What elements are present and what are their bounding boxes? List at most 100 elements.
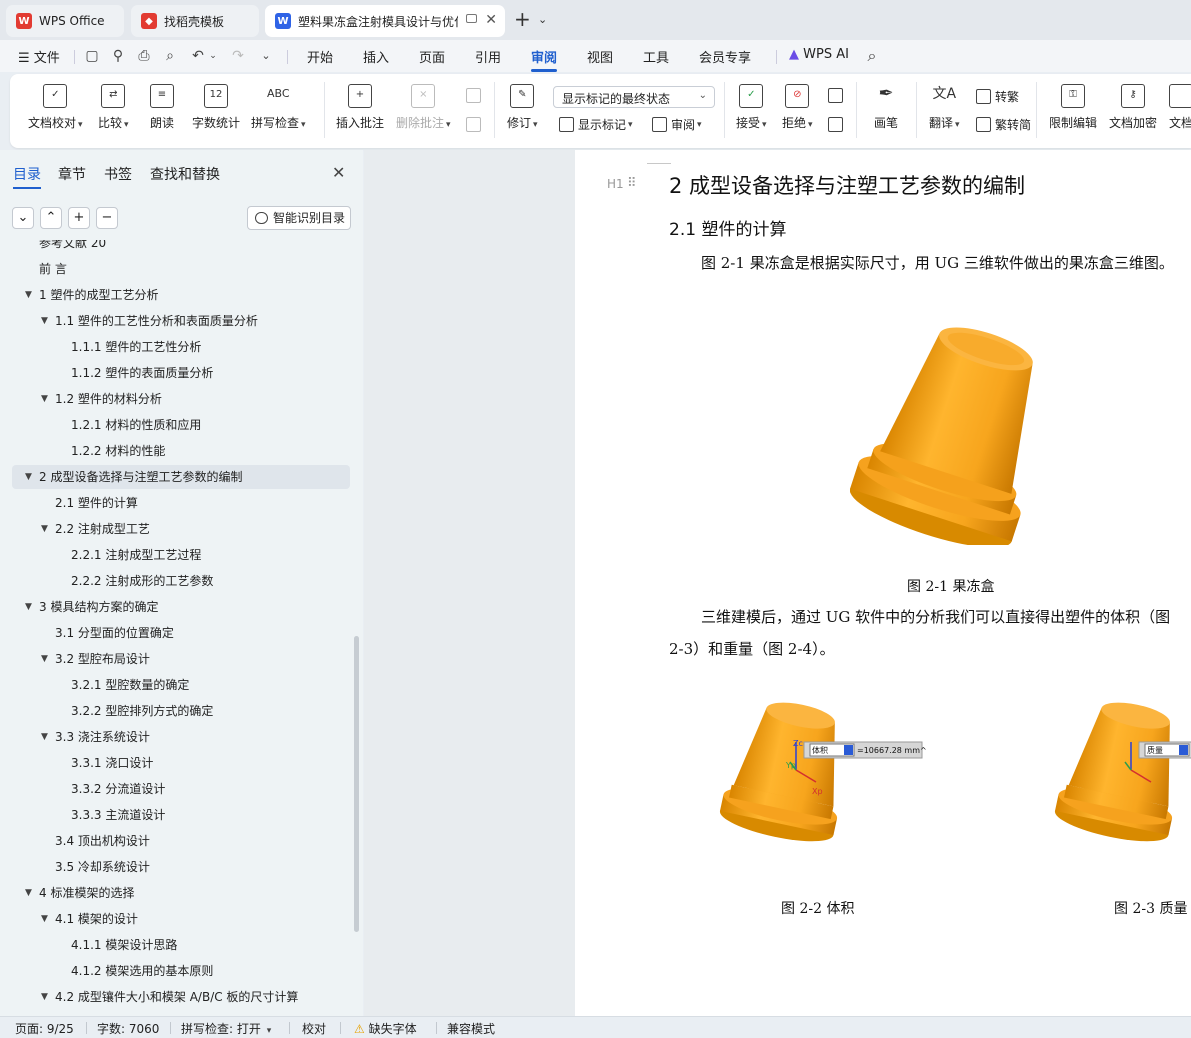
expand-arrow-icon[interactable]: ▼: [25, 283, 32, 307]
expand-arrow-icon[interactable]: ▼: [41, 907, 48, 931]
toc-item[interactable]: 4.1.2 模架选用的基本原则: [12, 959, 350, 983]
chevron-down-icon[interactable]: ⌄: [538, 13, 547, 26]
expand-arrow-icon[interactable]: ▼: [41, 517, 48, 541]
toc-item[interactable]: 1.2.2 材料的性能: [12, 439, 350, 463]
expand-arrow-icon[interactable]: ▼: [41, 985, 48, 1009]
toc-item[interactable]: 1.2.1 材料的性质和应用: [12, 413, 350, 437]
track-changes-button[interactable]: ✎ 修订 ▾: [507, 84, 538, 131]
toc-item[interactable]: ▼ 1.1 塑件的工艺性分析和表面质量分析: [12, 309, 350, 333]
toc-item[interactable]: ▼ 3 模具结构方案的确定: [12, 595, 350, 619]
save-icon[interactable]: ▢: [84, 48, 100, 64]
accept-button[interactable]: ✓ 接受 ▾: [736, 84, 767, 131]
expand-arrow-icon[interactable]: ▼: [25, 595, 32, 619]
expand-arrow-icon[interactable]: ▼: [25, 465, 32, 489]
toc-item[interactable]: 3.2.2 型腔排列方式的确定: [12, 699, 350, 723]
tab-docer[interactable]: ◆ 找稻壳模板: [131, 5, 259, 37]
review-pane-button[interactable]: 审阅 ▾: [652, 116, 702, 133]
insert-comment-button[interactable]: + 插入批注: [336, 84, 384, 131]
toc-item[interactable]: 参考文献 20: [12, 240, 350, 255]
menu-tools[interactable]: 工具: [643, 47, 669, 66]
toc-item[interactable]: ▼ 1 塑件的成型工艺分析: [12, 283, 350, 307]
toc-item[interactable]: 1.1.1 塑件的工艺性分析: [12, 335, 350, 359]
close-icon[interactable]: ✕: [332, 163, 345, 182]
toc-item[interactable]: 3.1 分型面的位置确定: [12, 621, 350, 645]
toc-item[interactable]: ▼ 3.2 型腔布局设计: [12, 647, 350, 671]
remove-heading-button[interactable]: −: [96, 207, 118, 229]
toc-item[interactable]: 3.3.3 主流道设计: [12, 803, 350, 827]
toc-item[interactable]: 1.1.2 塑件的表面质量分析: [12, 361, 350, 385]
toc-item[interactable]: ▼ 3.3 浇注系统设计: [12, 725, 350, 749]
pen-button[interactable]: ✒ 画笔: [874, 84, 898, 131]
to-simplified-button[interactable]: 繁转简: [976, 116, 1031, 133]
menu-start[interactable]: 开始: [307, 47, 333, 66]
toc-item[interactable]: 2.2.2 注射成形的工艺参数: [12, 569, 350, 593]
expand-up-button[interactable]: ⌃: [40, 207, 62, 229]
expand-arrow-icon[interactable]: ▼: [41, 309, 48, 333]
expand-arrow-icon[interactable]: ▼: [41, 725, 48, 749]
next-comment-button[interactable]: [466, 117, 485, 132]
delete-comment-button[interactable]: × 删除批注 ▾: [396, 84, 451, 131]
spell-check-status[interactable]: 拼写检查: 打开 ▾: [181, 1020, 271, 1037]
new-tab-button[interactable]: +: [514, 9, 531, 29]
next-change-button[interactable]: [828, 117, 847, 132]
nav-tab-bookmarks[interactable]: 书签: [104, 164, 132, 184]
redo-icon[interactable]: ↷: [230, 48, 246, 64]
menu-review[interactable]: 审阅: [531, 47, 557, 66]
page-indicator[interactable]: 页面: 9/25: [15, 1020, 74, 1037]
menu-reference[interactable]: 引用: [475, 47, 501, 66]
toc-scrollbar[interactable]: [354, 636, 359, 932]
collapse-button[interactable]: ⌄: [12, 207, 34, 229]
tab-wps-office[interactable]: W WPS Office: [6, 5, 124, 37]
spell-check-button[interactable]: ABC 拼写检查 ▾: [251, 84, 306, 131]
close-icon[interactable]: ✕: [485, 12, 497, 28]
doc-more-button[interactable]: 文档: [1169, 84, 1191, 131]
toc-item[interactable]: ▼ 1.2 塑件的材料分析: [12, 387, 350, 411]
expand-arrow-icon[interactable]: ▼: [41, 387, 48, 411]
menu-insert[interactable]: 插入: [363, 47, 389, 66]
print-icon[interactable]: ⎙: [136, 48, 152, 64]
prev-change-button[interactable]: [828, 88, 847, 103]
restrict-edit-button[interactable]: ⚿ 限制编辑: [1049, 84, 1097, 131]
compare-button[interactable]: ⇄ 比较 ▾: [98, 84, 129, 131]
expand-arrow-icon[interactable]: ▼: [41, 647, 48, 671]
heading-level-marker[interactable]: H1: [607, 177, 624, 191]
toc-item[interactable]: 前 言: [12, 257, 350, 281]
toc-item[interactable]: 3.5 冷却系统设计: [12, 855, 350, 879]
tab-document[interactable]: W 塑料果冻盒注射模具设计与优化 ✕: [265, 5, 505, 37]
expand-arrow-icon[interactable]: ▼: [25, 881, 32, 905]
read-aloud-button[interactable]: ≡ 朗读: [150, 84, 174, 131]
menu-page[interactable]: 页面: [419, 47, 445, 66]
nav-tab-toc[interactable]: 目录: [13, 164, 41, 184]
word-count-indicator[interactable]: 字数: 7060: [97, 1020, 159, 1037]
proofread-status[interactable]: 校对: [302, 1020, 326, 1037]
toc-item[interactable]: ▼ 4 标准模架的选择: [12, 881, 350, 905]
toc-item[interactable]: ▼ 2.2 注射成型工艺: [12, 517, 350, 541]
more-dropdown-icon[interactable]: ⌄: [258, 48, 274, 64]
encrypt-button[interactable]: ⚷ 文档加密: [1109, 84, 1157, 131]
wps-ai-button[interactable]: ▲ WPS AI: [789, 47, 849, 62]
word-count-button[interactable]: 12 字数统计: [192, 84, 240, 131]
markup-state-select[interactable]: 显示标记的最终状态 ⌄: [553, 86, 715, 108]
prev-comment-button[interactable]: [466, 88, 485, 103]
file-menu[interactable]: ☰ 文件: [18, 47, 60, 66]
doc-check-button[interactable]: ✓ 文档校对 ▾: [28, 84, 83, 131]
reject-button[interactable]: ⊘ 拒绝 ▾: [782, 84, 813, 131]
toc-item[interactable]: 4.1.1 模架设计思路: [12, 933, 350, 957]
toc-item[interactable]: ▼ 4.2 成型镶件大小和模架 A/B/C 板的尺寸计算: [12, 985, 350, 1009]
toc-item[interactable]: ▼ 4.1 模架的设计: [12, 907, 350, 931]
print-preview-icon[interactable]: ⌕: [162, 48, 178, 64]
toc-item[interactable]: 2.1 塑件的计算: [12, 491, 350, 515]
add-heading-button[interactable]: +: [68, 207, 90, 229]
search-icon[interactable]: ⌕: [864, 48, 880, 64]
missing-font-status[interactable]: ⚠ 缺失字体: [354, 1020, 417, 1037]
menu-member[interactable]: 会员专享: [699, 47, 751, 66]
toc-item[interactable]: 3.3.1 浇口设计: [12, 751, 350, 775]
smart-toc-button[interactable]: 智能识别目录: [247, 206, 351, 230]
toc-item[interactable]: 3.4 顶出机构设计: [12, 829, 350, 853]
document-page[interactable]: [575, 150, 1191, 1016]
nav-tab-find-replace[interactable]: 查找和替换: [150, 164, 220, 184]
drag-handle-icon[interactable]: ⠿: [627, 176, 636, 191]
to-traditional-button[interactable]: 转繁: [976, 88, 1019, 105]
toc-item[interactable]: 3.3.2 分流道设计: [12, 777, 350, 801]
nav-tab-chapters[interactable]: 章节: [58, 164, 86, 184]
